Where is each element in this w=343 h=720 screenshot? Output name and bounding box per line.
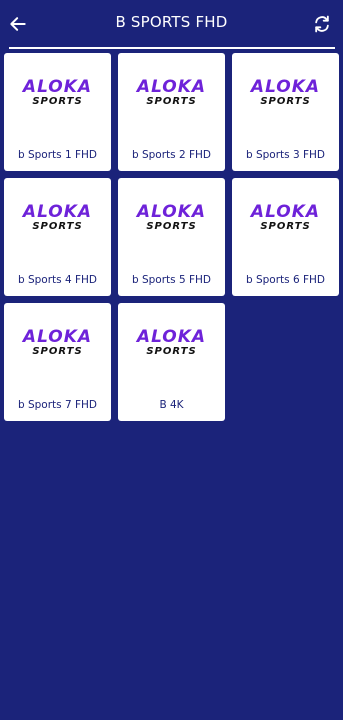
channel-label: B 4K bbox=[159, 399, 184, 411]
aloka-sports-logo: ALOKA SPORTS bbox=[232, 204, 339, 233]
channel-grid: ALOKA SPORTS b Sports 1 FHD ALOKA SPORTS… bbox=[0, 0, 343, 720]
channel-card[interactable]: ALOKA SPORTS b Sports 4 FHD bbox=[4, 178, 111, 296]
channel-label: b Sports 2 FHD bbox=[131, 149, 212, 161]
channel-label: b Sports 1 FHD bbox=[17, 149, 98, 161]
aloka-sports-logo: ALOKA SPORTS bbox=[118, 329, 225, 358]
logo-text-top: ALOKA bbox=[22, 327, 93, 347]
channel-card[interactable]: ALOKA SPORTS b Sports 6 FHD bbox=[232, 178, 339, 296]
logo-text-bottom: SPORTS bbox=[260, 96, 311, 107]
channel-card[interactable]: ALOKA SPORTS b Sports 1 FHD bbox=[4, 53, 111, 171]
logo-text-bottom: SPORTS bbox=[32, 96, 83, 107]
channel-label: b Sports 3 FHD bbox=[245, 149, 326, 161]
app-screen: B SPORTS FHD ALOKA SPORTS b Sports 1 FHD… bbox=[0, 0, 343, 720]
channel-label: b Sports 4 FHD bbox=[17, 274, 98, 286]
channel-card[interactable]: ALOKA SPORTS b Sports 5 FHD bbox=[118, 178, 225, 296]
aloka-sports-logo: ALOKA SPORTS bbox=[118, 204, 225, 233]
channel-card[interactable]: ALOKA SPORTS B 4K bbox=[118, 303, 225, 421]
logo-text-bottom: SPORTS bbox=[260, 221, 311, 232]
channel-label: b Sports 6 FHD bbox=[245, 274, 326, 286]
aloka-sports-logo: ALOKA SPORTS bbox=[4, 329, 111, 358]
logo-text-top: ALOKA bbox=[136, 327, 207, 347]
logo-text-top: ALOKA bbox=[250, 202, 321, 222]
logo-text-bottom: SPORTS bbox=[146, 221, 197, 232]
logo-text-bottom: SPORTS bbox=[32, 346, 83, 357]
channel-card[interactable]: ALOKA SPORTS b Sports 7 FHD bbox=[4, 303, 111, 421]
channel-card[interactable]: ALOKA SPORTS b Sports 2 FHD bbox=[118, 53, 225, 171]
aloka-sports-logo: ALOKA SPORTS bbox=[118, 79, 225, 108]
logo-text-top: ALOKA bbox=[136, 202, 207, 222]
channel-card[interactable]: ALOKA SPORTS b Sports 3 FHD bbox=[232, 53, 339, 171]
aloka-sports-logo: ALOKA SPORTS bbox=[4, 204, 111, 233]
logo-text-bottom: SPORTS bbox=[146, 96, 197, 107]
logo-text-top: ALOKA bbox=[22, 77, 93, 97]
logo-text-bottom: SPORTS bbox=[146, 346, 197, 357]
channel-label: b Sports 7 FHD bbox=[17, 399, 98, 411]
aloka-sports-logo: ALOKA SPORTS bbox=[232, 79, 339, 108]
aloka-sports-logo: ALOKA SPORTS bbox=[4, 79, 111, 108]
logo-text-top: ALOKA bbox=[136, 77, 207, 97]
logo-text-top: ALOKA bbox=[250, 77, 321, 97]
channel-label: b Sports 5 FHD bbox=[131, 274, 212, 286]
logo-text-bottom: SPORTS bbox=[32, 221, 83, 232]
logo-text-top: ALOKA bbox=[22, 202, 93, 222]
